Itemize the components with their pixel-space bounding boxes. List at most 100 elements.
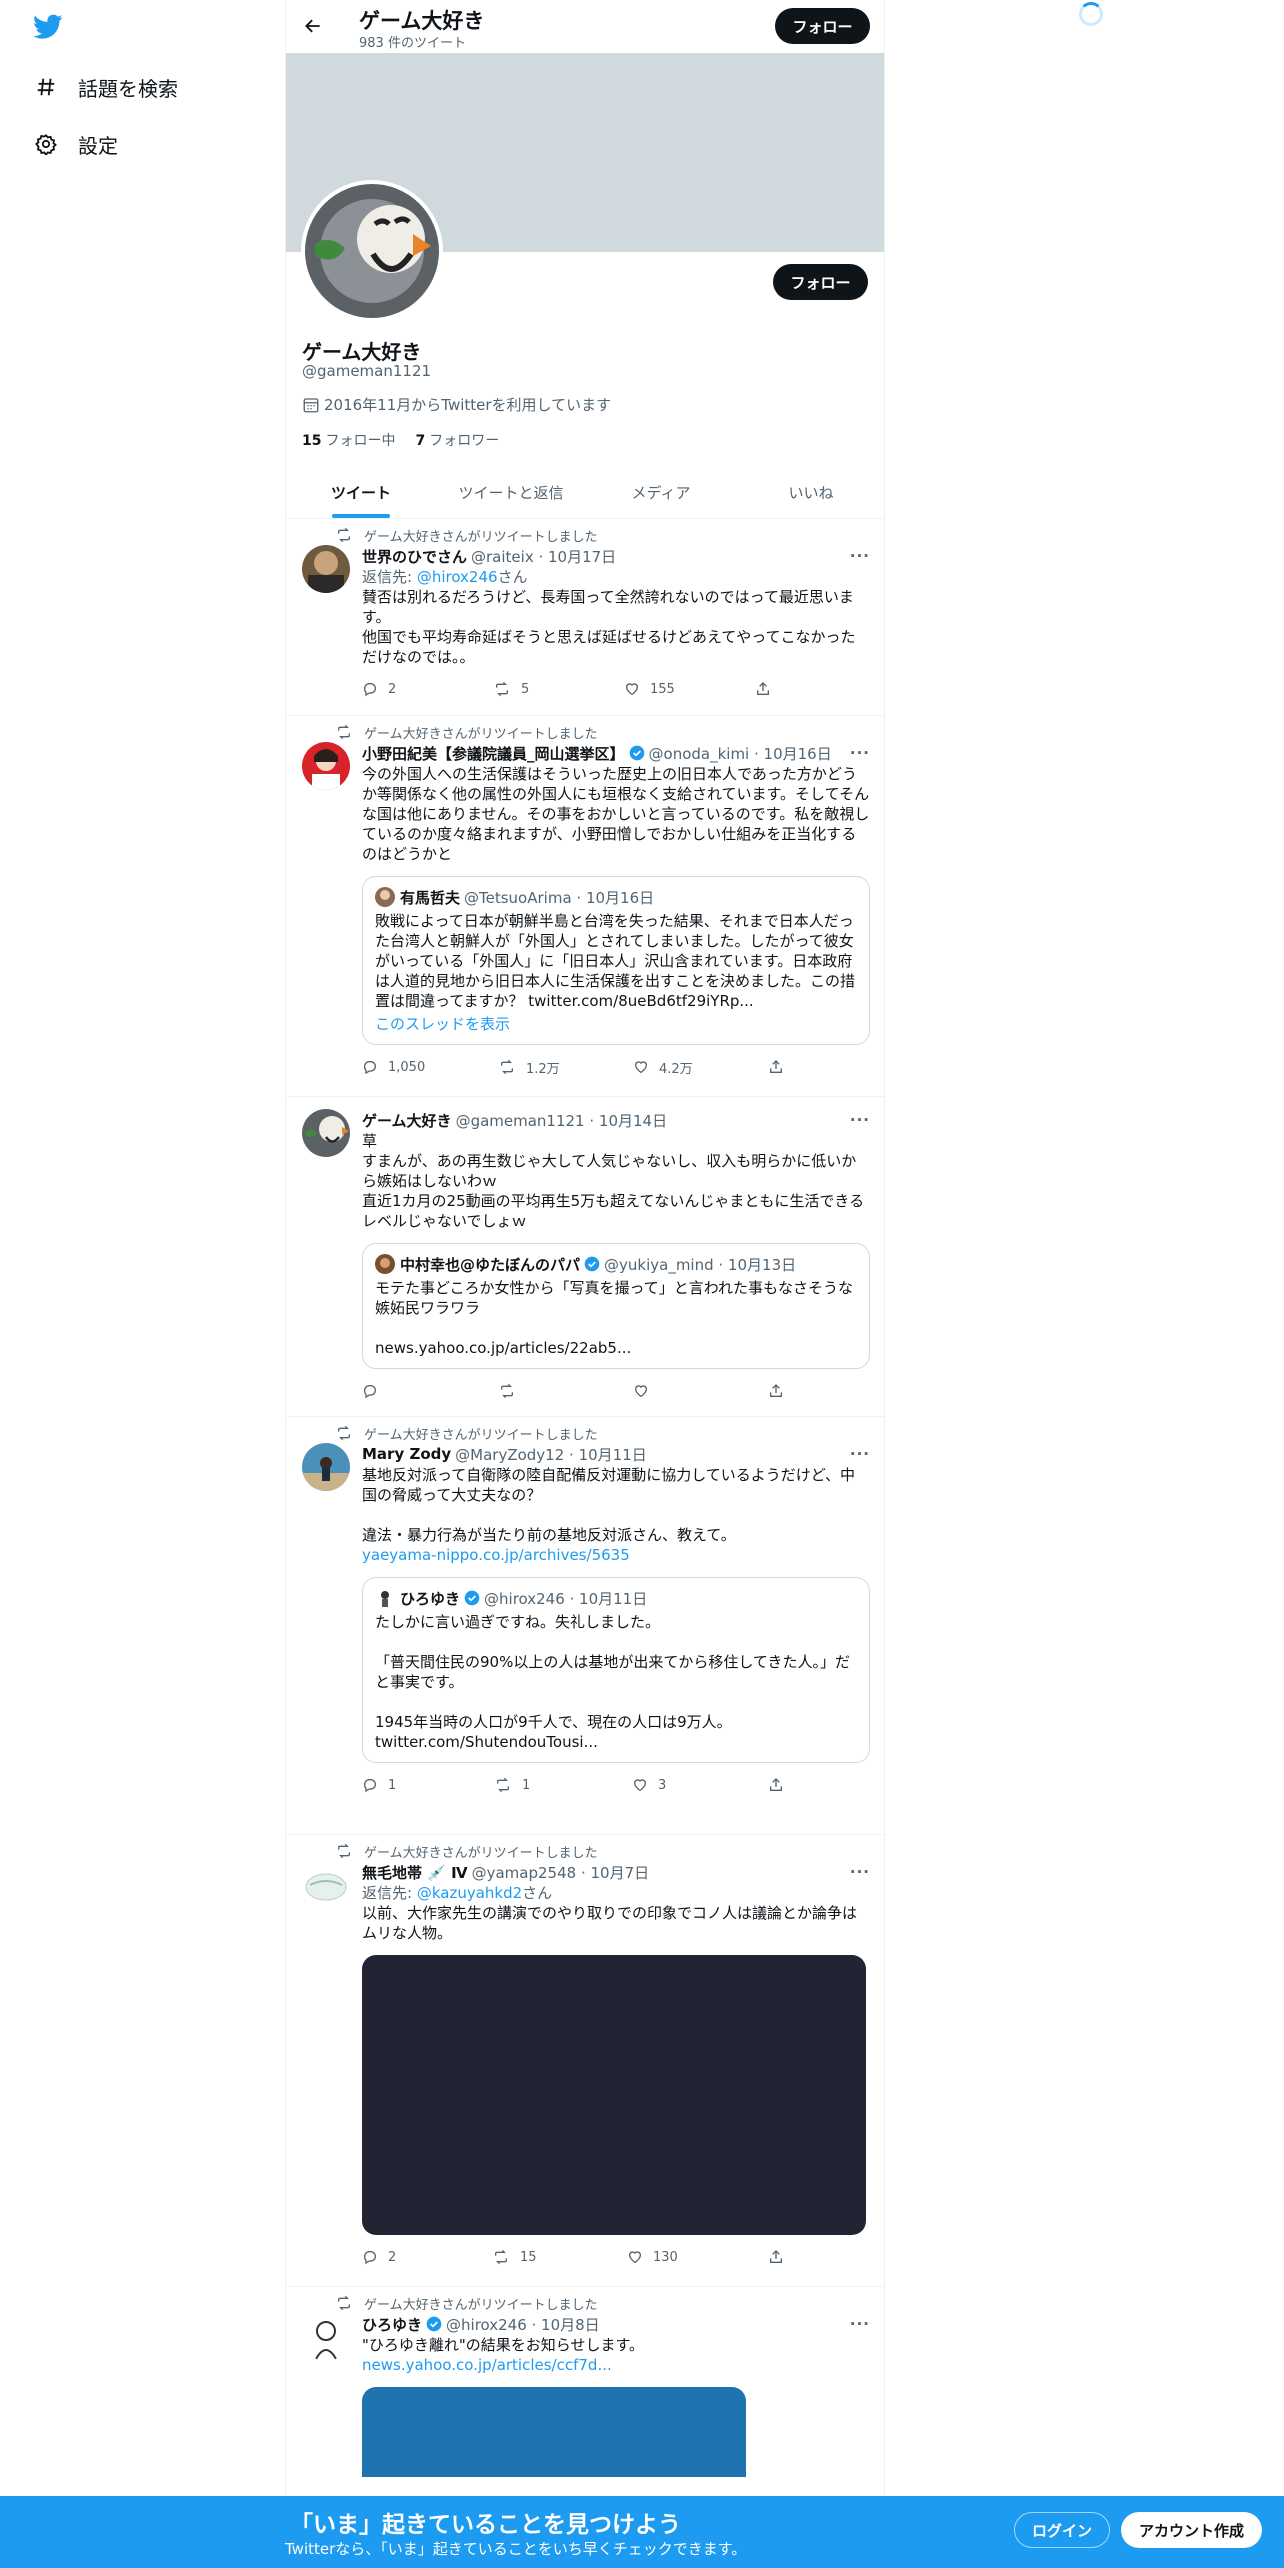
tweet-link[interactable]: news.yahoo.co.jp/articles/ccf7d... xyxy=(362,2355,870,2375)
verified-badge-icon xyxy=(629,745,644,761)
share-button[interactable] xyxy=(768,1383,794,1399)
reply-button[interactable]: 2 xyxy=(362,681,493,697)
tweet-author-handle[interactable]: @yamap2548 · 10月7日 xyxy=(472,1862,650,1883)
retweet-count: 1.2万 xyxy=(526,1061,560,1077)
quoted-tweet[interactable]: 有馬哲夫 @TetsuoArima · 10月16日 敗戦によって日本が朝鮮半島… xyxy=(362,876,870,1045)
profile-joined-text: 2016年11月からTwitterを利用しています xyxy=(324,396,612,414)
tweet-author-handle[interactable]: @MaryZody12 · 10月11日 xyxy=(455,1444,647,1465)
share-button[interactable] xyxy=(768,1059,794,1075)
reply-button[interactable] xyxy=(362,1383,498,1399)
tab-tweets[interactable]: ツイート xyxy=(286,466,436,518)
tweet-header: Mary Zody @MaryZody12 · 10月11日 ··· xyxy=(362,1443,870,1465)
like-button[interactable]: 4.2万 xyxy=(633,1058,768,1077)
like-button[interactable]: 155 xyxy=(624,681,755,697)
tab-tweets-and-replies[interactable]: ツイートと返信 xyxy=(436,466,586,518)
retweet-button[interactable]: 15 xyxy=(492,2249,627,2265)
link-card-image[interactable] xyxy=(362,2387,746,2477)
following-label: フォロー中 xyxy=(325,433,396,449)
tweet[interactable]: ゲーム大好き @gameman1121 · 10月14日 ··· 草 すまんが、… xyxy=(286,1097,884,1417)
more-options-icon[interactable]: ··· xyxy=(850,547,870,565)
left-sidebar: 話題を検索 設定 xyxy=(0,0,285,2568)
followers-link[interactable]: 7 フォロワー xyxy=(415,430,499,450)
reply-button[interactable]: 1 xyxy=(362,1777,494,1793)
tab-likes[interactable]: いいね xyxy=(736,466,884,518)
retweet-button[interactable] xyxy=(498,1383,633,1399)
reply-to-link[interactable]: @kazuyahkd2 xyxy=(417,1884,522,1902)
retweet-icon xyxy=(338,1425,350,1441)
retweet-button[interactable]: 5 xyxy=(493,681,624,697)
profile-avatar[interactable] xyxy=(301,180,443,322)
retweet-icon xyxy=(495,2249,507,2265)
reply-button[interactable]: 2 xyxy=(362,2249,492,2265)
reply-suffix: さん xyxy=(497,568,528,586)
tweet-author-name[interactable]: 小野田紀美【参議院議員_岡山選挙区】 xyxy=(362,743,625,764)
bottom-bar-title: 「いま」起きていることを見つけよう xyxy=(290,2512,681,2538)
nav-settings[interactable]: 設定 xyxy=(34,124,118,164)
quoted-tweet[interactable]: 中村幸也@ゆたぼんのパパ @yukiya_mind · 10月13日 モテた事ど… xyxy=(362,1243,870,1369)
reply-icon xyxy=(363,683,376,697)
back-button[interactable] xyxy=(296,9,330,43)
login-button[interactable]: ログイン xyxy=(1014,2512,1110,2548)
share-button[interactable] xyxy=(768,1777,794,1793)
tweet[interactable]: ゲーム大好きさんがリツイートしました 小野田紀美【参議院議員_岡山選挙区】 @o… xyxy=(286,716,884,1097)
more-options-icon[interactable]: ··· xyxy=(850,1111,870,1129)
retweet-button[interactable]: 1 xyxy=(494,1777,632,1793)
avatar[interactable] xyxy=(302,2313,350,2361)
quoted-tweet-header: 中村幸也@ゆたぼんのパパ @yukiya_mind · 10月13日 xyxy=(375,1254,857,1274)
arrow-left-icon xyxy=(305,19,320,33)
tweet-author-handle[interactable]: @raiteix · 10月17日 xyxy=(471,546,616,567)
tweet-author-handle[interactable]: @onoda_kimi · 10月16日 xyxy=(649,743,832,764)
tweet-actions: 1 1 3 xyxy=(362,1775,870,1795)
more-options-icon[interactable]: ··· xyxy=(850,2315,870,2333)
reply-button[interactable]: 1,050 xyxy=(362,1059,498,1075)
tweet[interactable]: ゲーム大好きさんがリツイートしました 無毛地帯 💉 Ⅳ @yamap2548 ·… xyxy=(286,1835,884,2287)
show-thread-link[interactable]: このスレッドを表示 xyxy=(375,1013,857,1034)
more-options-icon[interactable]: ··· xyxy=(850,744,870,762)
reply-to-link[interactable]: @hirox246 xyxy=(417,568,498,586)
tweet-author-handle[interactable]: @gameman1121 · 10月14日 xyxy=(456,1110,668,1131)
reply-to: 返信先: @kazuyahkd2さん xyxy=(362,1883,870,1903)
heart-icon xyxy=(625,683,639,696)
tweet-link[interactable]: yaeyama-nippo.co.jp/archives/5635 xyxy=(362,1545,870,1565)
like-button[interactable]: 130 xyxy=(627,2249,768,2265)
nav-explore[interactable]: 話題を検索 xyxy=(34,67,178,107)
tweet-header: 無毛地帯 💉 Ⅳ @yamap2548 · 10月7日 ··· xyxy=(362,1861,870,1883)
signup-button[interactable]: アカウント作成 xyxy=(1121,2512,1262,2548)
followers-label: フォロワー xyxy=(429,433,500,449)
quoted-tweet[interactable]: ひろゆき @hirox246 · 10月11日 たしかに言い過ぎですね。失礼しま… xyxy=(362,1577,870,1763)
more-options-icon[interactable]: ··· xyxy=(850,1863,870,1881)
like-count: 155 xyxy=(650,681,675,697)
tweet-header: 小野田紀美【参議院議員_岡山選挙区】 @onoda_kimi · 10月16日 … xyxy=(362,742,870,764)
tweet-author-name[interactable]: ひろゆき xyxy=(362,2314,422,2335)
tab-media[interactable]: メディア xyxy=(586,466,736,518)
reply-prefix: 返信先: xyxy=(362,1884,417,1902)
retweet-icon xyxy=(338,724,350,740)
share-button[interactable] xyxy=(768,2249,794,2265)
tweet-author-name[interactable]: 世界のひでさん xyxy=(362,546,467,567)
avatar[interactable] xyxy=(302,1861,350,1909)
following-link[interactable]: 15 フォロー中 xyxy=(302,430,395,450)
avatar[interactable] xyxy=(302,1109,350,1157)
reply-count: 1 xyxy=(388,1777,397,1793)
like-button[interactable] xyxy=(633,1383,768,1399)
twitter-logo-icon[interactable] xyxy=(33,14,63,40)
reply-icon xyxy=(363,2251,376,2265)
tweet[interactable]: ゲーム大好きさんがリツイートしました 世界のひでさん @raiteix · 10… xyxy=(286,519,884,716)
tweet-author-handle[interactable]: @hirox246 · 10月8日 xyxy=(446,2314,600,2335)
header-follow-button[interactable]: フォロー xyxy=(775,8,870,44)
tweet-author-name[interactable]: 無毛地帯 💉 Ⅳ xyxy=(362,1862,468,1883)
retweet-button[interactable]: 1.2万 xyxy=(498,1058,633,1077)
avatar[interactable] xyxy=(302,1443,350,1491)
avatar[interactable] xyxy=(302,742,350,790)
like-button[interactable]: 3 xyxy=(632,1777,768,1793)
profile-follow-button[interactable]: フォロー xyxy=(773,264,868,300)
avatar[interactable] xyxy=(302,545,350,593)
retweet-icon xyxy=(496,681,508,697)
tweet[interactable]: ゲーム大好きさんがリツイートしました Mary Zody @MaryZody12… xyxy=(286,1417,884,1835)
tweet-author-name[interactable]: ゲーム大好き xyxy=(362,1110,452,1131)
tweet-media-video[interactable] xyxy=(362,1955,866,2235)
more-options-icon[interactable]: ··· xyxy=(850,1445,870,1463)
share-button[interactable] xyxy=(755,681,781,697)
tweet-text: 以前、大作家先生の講演でのやり取りでの印象でコノ人は議論とか論争はムリな人物。 xyxy=(362,1904,858,1942)
tweet-author-name[interactable]: Mary Zody xyxy=(362,1445,451,1463)
